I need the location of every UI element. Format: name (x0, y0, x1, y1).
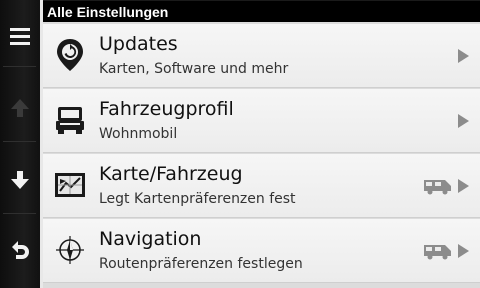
map-vehicle-icon (53, 168, 87, 202)
chevron-right-icon (458, 114, 469, 128)
item-subtitle: Karten, Software und mehr (99, 61, 289, 77)
back-icon (12, 241, 29, 259)
settings-item-vehicle-profile[interactable]: Fahrzeugprofil Wohnmobil (43, 89, 480, 153)
arrow-up-icon (11, 99, 29, 117)
item-subtitle: Wohnmobil (99, 126, 178, 142)
item-title: Karte/Fahrzeug (99, 163, 243, 185)
arrow-down-icon (11, 171, 29, 189)
chevron-right-icon (458, 179, 469, 193)
item-subtitle: Routenpräferenzen festlegen (99, 256, 303, 272)
settings-item-updates[interactable]: Updates Karten, Software und mehr (43, 24, 480, 88)
settings-item-navigation[interactable]: Navigation Routenpräferenzen festlegen (43, 219, 480, 283)
sidebar (0, 0, 40, 288)
menu-button[interactable] (0, 14, 40, 58)
item-subtitle: Legt Kartenpräferenzen fest (99, 191, 296, 207)
scroll-down-button[interactable] (0, 158, 40, 202)
settings-list: Updates Karten, Software und mehr Fahrze… (43, 22, 480, 288)
item-title: Fahrzeugprofil (99, 98, 234, 120)
scroll-up-button[interactable] (0, 86, 40, 130)
page-title: Alle Einstellungen (43, 0, 480, 23)
item-title: Updates (99, 33, 178, 55)
navigation-icon (53, 233, 87, 267)
camper-icon (424, 245, 451, 260)
chevron-right-icon (458, 244, 469, 258)
menu-icon (10, 28, 30, 45)
camper-icon (424, 180, 451, 195)
settings-item-map-vehicle[interactable]: Karte/Fahrzeug Legt Kartenpräferenzen fe… (43, 154, 480, 218)
item-title: Navigation (99, 228, 202, 250)
truck-icon (53, 103, 87, 137)
update-pin-icon (53, 38, 87, 72)
back-button[interactable] (0, 228, 40, 272)
chevron-right-icon (458, 49, 469, 63)
